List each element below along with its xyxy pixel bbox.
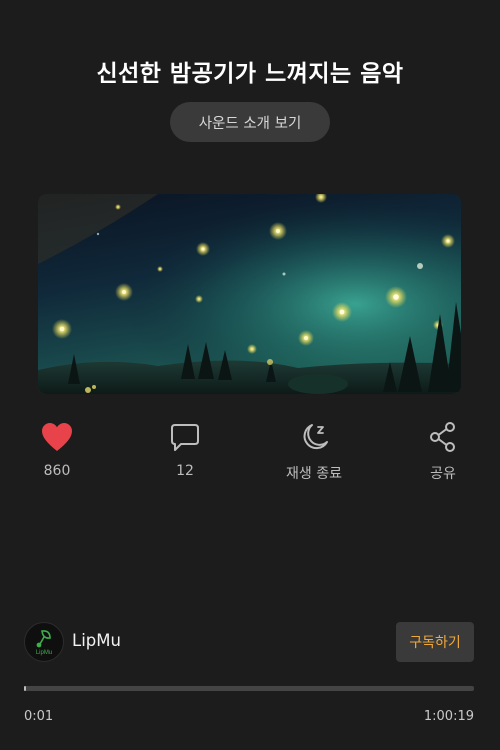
sleep-timer-button[interactable]: 재생 종료 (259, 420, 369, 484)
comment-button[interactable]: 12 (130, 420, 240, 484)
channel-avatar[interactable]: LipMu (24, 622, 64, 662)
subscribe-button[interactable]: 구독하기 (396, 622, 474, 662)
sleep-timer-label: 재생 종료 (286, 466, 342, 482)
heart-icon (40, 420, 74, 454)
sound-intro-button[interactable]: 사운드 소개 보기 (170, 102, 330, 142)
like-count: 860 (43, 463, 71, 479)
share-label: 공유 (430, 466, 456, 482)
channel-name[interactable]: LipMu (72, 631, 121, 650)
share-button[interactable]: 공유 (388, 420, 498, 484)
share-icon (426, 420, 460, 454)
total-time: 1:00:19 (423, 709, 474, 724)
like-button[interactable]: 860 (2, 420, 112, 484)
cover-artwork-image (38, 194, 461, 394)
comment-icon (168, 420, 202, 454)
current-time: 0:01 (24, 709, 54, 724)
moon-sleep-icon (297, 420, 331, 454)
comment-count: 12 (176, 463, 194, 479)
page-title: 신선한 밤공기가 느껴지는 음악 (96, 61, 404, 87)
progress-bar-fill (24, 686, 26, 691)
channel-logo-text: LipMu (36, 650, 52, 656)
channel-logo-icon: LipMu (36, 630, 52, 656)
progress-bar[interactable] (24, 686, 474, 691)
